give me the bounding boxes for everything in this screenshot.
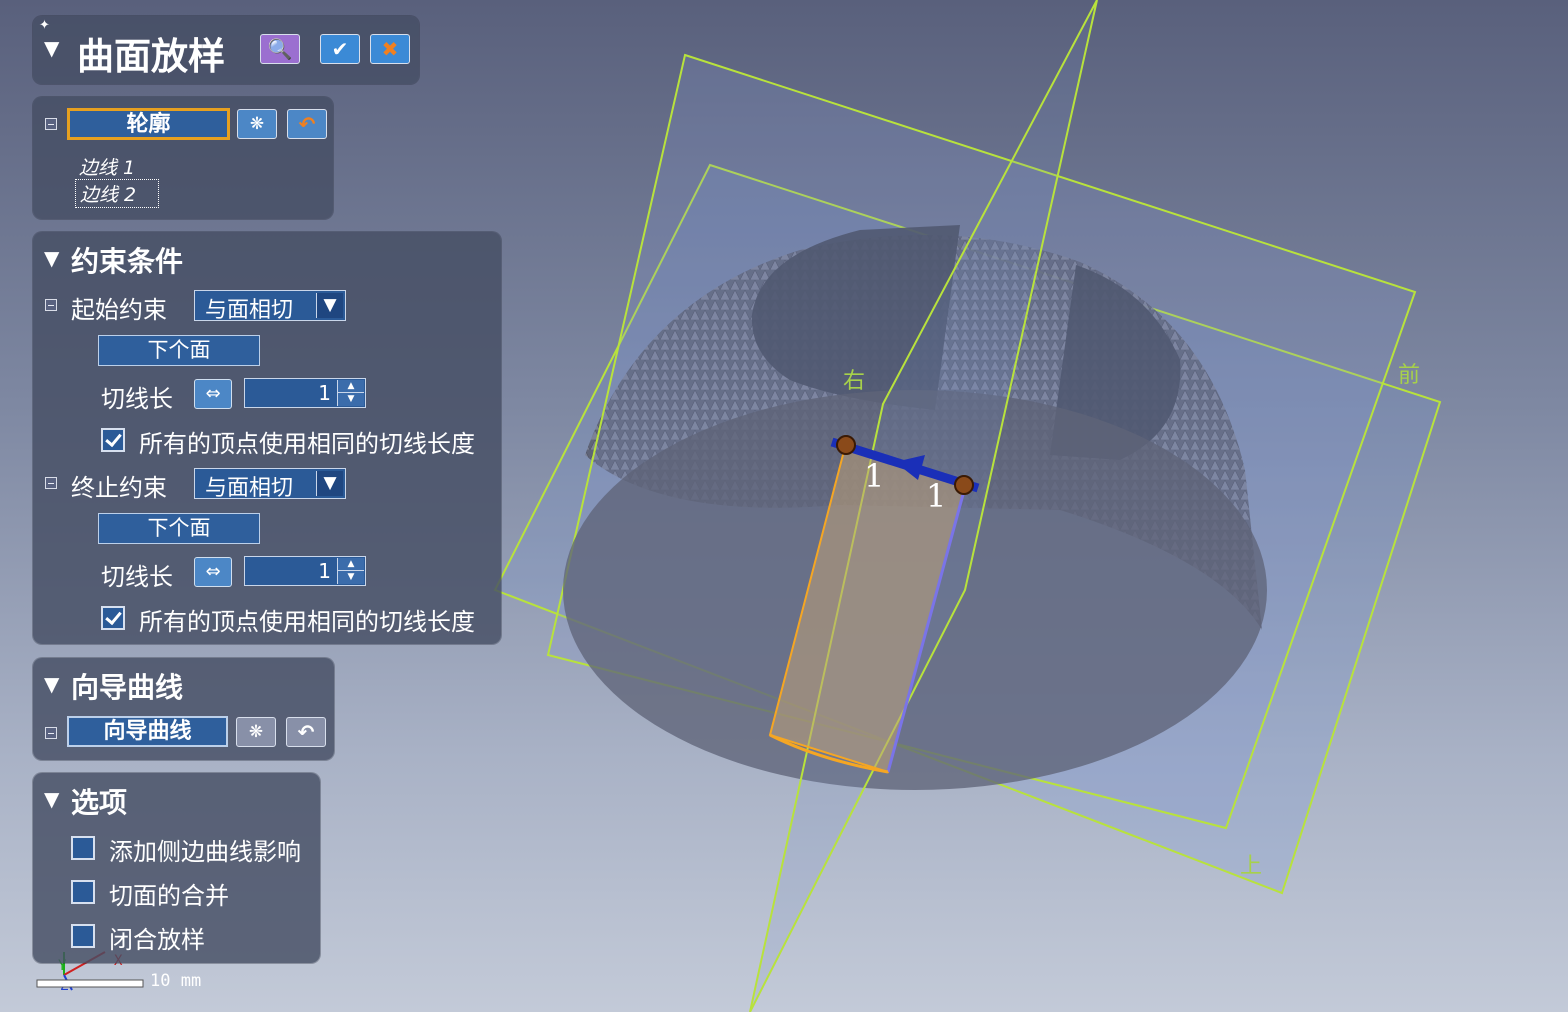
end-constraint-dropdown[interactable]: 与面相切 ▼ <box>194 468 346 501</box>
guide-curve-clear-button[interactable]: ❋ <box>236 717 276 747</box>
end-next-face-label: 下个面 <box>147 516 211 540</box>
side-curve-influence-label: 添加侧边曲线影响 <box>109 838 301 866</box>
start-tangent-length-value: 1 <box>318 381 331 405</box>
plane-label-right: 右 <box>843 369 865 394</box>
guide-curve-select-label: 向导曲线 <box>103 718 192 744</box>
profile-panel: 轮廓 ❋ ↶ 边线 1 边线 2 <box>33 97 333 219</box>
collapse-triangle-icon[interactable]: ▼ <box>44 36 59 60</box>
end-same-length-checkbox[interactable] <box>101 606 125 630</box>
magnifier-icon: 🔍 <box>267 37 293 61</box>
profile-select-button[interactable]: 轮廓 <box>67 108 230 140</box>
profile-select-label: 轮廓 <box>126 111 171 137</box>
start-same-length-checkbox[interactable] <box>101 428 125 452</box>
profile-item-1[interactable]: 边线 1 <box>79 153 135 180</box>
options-panel: ▼ 选项 添加侧边曲线影响 切面的合并 闭合放样 <box>33 773 320 963</box>
end-tangent-length-label: 切线长 <box>101 563 173 591</box>
profile-item-2[interactable]: 边线 2 <box>75 179 160 208</box>
undo-icon: ↶ <box>298 112 316 136</box>
double-arrow-icon: ⇔ <box>205 383 221 404</box>
spinner-down-icon[interactable]: ▼ <box>337 392 364 406</box>
start-next-face-label: 下个面 <box>147 338 211 362</box>
start-next-face-button[interactable]: 下个面 <box>98 335 260 366</box>
title-panel: ✦ ▼ 曲面放样 🔍 ✔ ✖ <box>33 16 419 84</box>
guide-curves-heading: 向导曲线 <box>71 671 184 704</box>
ok-button[interactable]: ✔ <box>320 34 360 64</box>
end-flip-direction-button[interactable]: ⇔ <box>194 557 232 587</box>
tangent-handle-end[interactable] <box>954 475 974 495</box>
guide-curve-undo-button[interactable]: ↶ <box>286 717 326 747</box>
spinner-down-icon[interactable]: ▼ <box>337 570 364 584</box>
start-constraint-dropdown[interactable]: 与面相切 ▼ <box>194 290 346 323</box>
merge-tangent-faces-label: 切面的合并 <box>109 882 229 910</box>
snowflake-icon: ❋ <box>249 114 265 134</box>
constraints-triangle-icon[interactable]: ▼ <box>44 246 59 270</box>
snowflake-icon: ❋ <box>248 722 264 742</box>
closed-loft-checkbox[interactable] <box>71 924 95 948</box>
start-flip-direction-button[interactable]: ⇔ <box>194 379 232 409</box>
plane-label-top: 上 <box>1240 854 1262 879</box>
collapse-guide-toggle[interactable] <box>45 727 57 739</box>
collapse-end-toggle[interactable] <box>45 477 57 489</box>
side-curve-influence-checkbox[interactable] <box>71 836 95 860</box>
double-arrow-icon: ⇔ <box>205 561 221 582</box>
end-tangent-length-spinner[interactable]: 1 ▲ ▼ <box>244 556 366 586</box>
closed-loft-label: 闭合放样 <box>109 926 205 954</box>
tangent-marker-1: 1 <box>864 457 884 495</box>
chevron-down-icon: ▼ <box>316 293 343 318</box>
end-constraint-value: 与面相切 <box>205 476 294 501</box>
start-constraint-value: 与面相切 <box>205 298 294 323</box>
start-same-length-label: 所有的顶点使用相同的切线长度 <box>139 430 475 458</box>
options-triangle-icon[interactable]: ▼ <box>44 787 59 811</box>
start-constraint-label: 起始约束 <box>71 296 167 324</box>
scale-text: 10 mm <box>150 971 201 991</box>
undo-icon: ↶ <box>297 720 315 744</box>
start-tangent-length-label: 切线长 <box>101 385 173 413</box>
pin-icon[interactable]: ✦ <box>39 18 50 33</box>
plane-label-front: 前 <box>1398 363 1420 388</box>
end-constraint-label: 终止约束 <box>71 474 167 502</box>
dialog-title: 曲面放样 <box>77 34 225 78</box>
end-next-face-button[interactable]: 下个面 <box>98 513 260 544</box>
end-tangent-length-value: 1 <box>318 559 331 583</box>
guide-curve-select-button[interactable]: 向导曲线 <box>67 716 228 747</box>
constraints-panel: ▼ 约束条件 起始约束 与面相切 ▼ 下个面 切线长 ⇔ 1 ▲ ▼ 所有的顶点… <box>33 232 501 644</box>
tangent-marker-2: 1 <box>926 477 946 515</box>
guide-curves-panel: ▼ 向导曲线 向导曲线 ❋ ↶ <box>33 658 334 760</box>
cancel-button[interactable]: ✖ <box>370 34 410 64</box>
collapse-start-toggle[interactable] <box>45 299 57 311</box>
collapse-profile-toggle[interactable] <box>45 118 57 130</box>
preview-button[interactable]: 🔍 <box>260 34 300 64</box>
guide-curves-triangle-icon[interactable]: ▼ <box>44 672 59 696</box>
scale-bar <box>36 979 144 988</box>
checkmark-icon: ✔ <box>331 37 349 61</box>
start-tangent-length-spinner[interactable]: 1 ▲ ▼ <box>244 378 366 408</box>
merge-tangent-faces-checkbox[interactable] <box>71 880 95 904</box>
tangent-handle-start[interactable] <box>836 435 856 455</box>
profile-clear-button[interactable]: ❋ <box>237 109 277 139</box>
close-icon: ✖ <box>381 37 399 61</box>
chevron-down-icon: ▼ <box>316 471 343 496</box>
end-same-length-label: 所有的顶点使用相同的切线长度 <box>139 608 475 636</box>
profile-undo-button[interactable]: ↶ <box>287 109 327 139</box>
constraints-heading: 约束条件 <box>71 245 184 278</box>
options-heading: 选项 <box>71 786 128 819</box>
